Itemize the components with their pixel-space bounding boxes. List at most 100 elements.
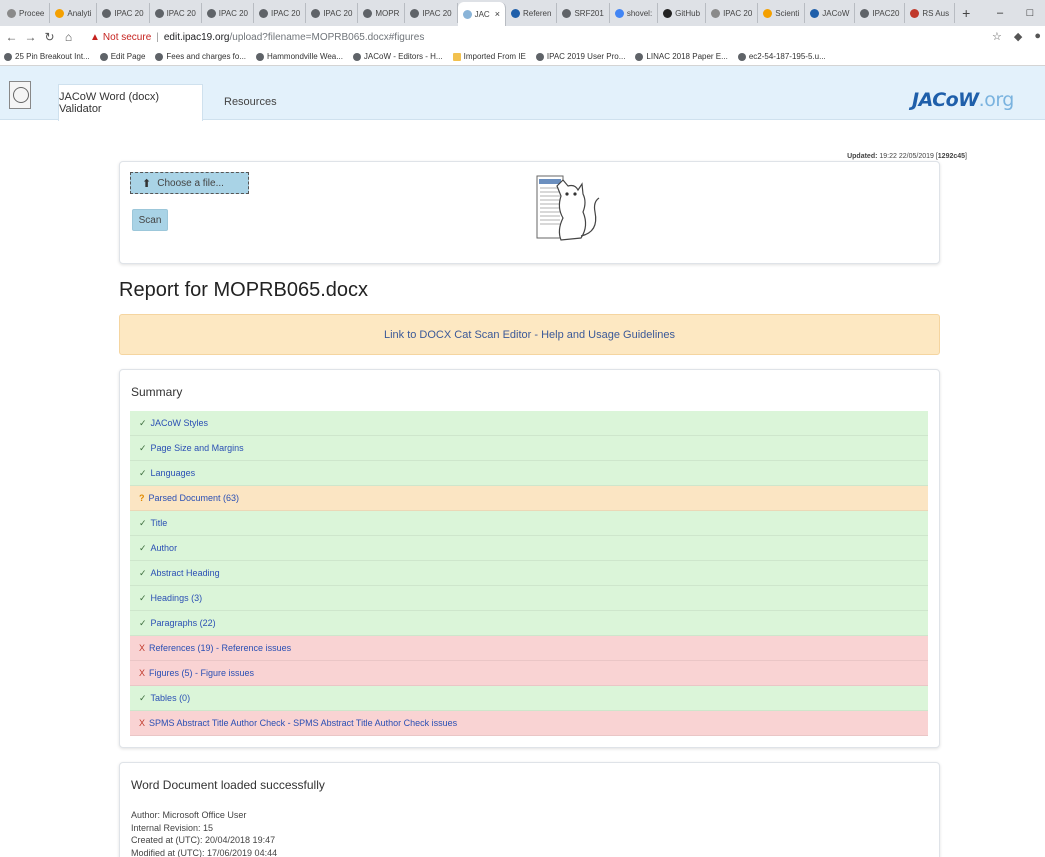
upload-icon: ⬆ xyxy=(142,177,152,190)
globe-icon xyxy=(737,52,746,61)
tab-favicon-icon xyxy=(311,8,321,18)
cat-logo-icon[interactable] xyxy=(9,81,31,109)
tab-label: IPAC 20 xyxy=(323,8,353,18)
not-secure-label[interactable]: Not secure xyxy=(103,32,151,43)
browser-tab-strip: Procee Analyti IPAC 20 IPAC 20 IPAC 20 IPAC 2… xyxy=(0,0,1045,26)
bookmark-item[interactable]: LINAC 2018 Paper E... xyxy=(635,52,728,61)
bookmark-item[interactable]: ec2-54-187-195-5.u... xyxy=(737,52,826,61)
tab-favicon-icon xyxy=(410,8,420,18)
maximize-button[interactable]: □ xyxy=(1015,7,1045,19)
cross-icon: X xyxy=(139,668,146,678)
browser-tab[interactable]: JACoW xyxy=(805,3,856,23)
browser-tab[interactable]: IPAC 20 xyxy=(254,3,307,23)
bookmark-item[interactable]: Imported From IE xyxy=(452,52,526,61)
summary-check-item[interactable]: ✓ Author xyxy=(130,536,928,561)
summary-check-item[interactable]: ✓ Abstract Heading xyxy=(130,561,928,586)
summary-check-item[interactable]: ✓ JACoW Styles xyxy=(130,411,928,436)
browser-tab[interactable]: Analyti xyxy=(50,3,98,23)
summary-check-item[interactable]: ✓ Title xyxy=(130,511,928,536)
guide-link[interactable]: Link to DOCX Cat Scan Editor - Help and … xyxy=(384,329,675,341)
tab-favicon-icon xyxy=(363,8,373,18)
summary-check-item[interactable]: ? Parsed Document (63) xyxy=(130,486,928,511)
tab-label: IPAC 20 xyxy=(114,8,144,18)
tab-label: JACoW xyxy=(822,8,850,18)
document-card-title: Word Document loaded successfully xyxy=(131,778,325,792)
bookmark-label: 25 Pin Breakout Int... xyxy=(15,52,90,61)
tab-label: IPAC20 xyxy=(872,8,900,18)
summary-check-item[interactable]: ✓ Page Size and Margins xyxy=(130,436,928,461)
summary-check-item[interactable]: ✓ Paragraphs (22) xyxy=(130,611,928,636)
updated-info: Updated: 19:22 22/05/2019 [1292c45] xyxy=(847,153,967,160)
browser-tab[interactable]: Scienti xyxy=(758,3,806,23)
browser-tab[interactable]: IPAC 20 xyxy=(706,3,759,23)
bookmark-label: Imported From IE xyxy=(463,52,526,61)
check-label: Title xyxy=(150,518,168,528)
jacow-logo-text: JACoW xyxy=(912,89,979,111)
bookmark-item[interactable]: Fees and charges fo... xyxy=(155,52,246,61)
browser-tab[interactable]: MOPR xyxy=(358,3,406,23)
bookmark-item[interactable]: Hammondville Wea... xyxy=(256,52,343,61)
nav-tab-validator[interactable]: JACoW Word (docx) Validator xyxy=(58,84,203,121)
bookmark-item[interactable]: JACoW - Editors - H... xyxy=(352,52,443,61)
home-icon[interactable]: ⌂ xyxy=(61,30,76,44)
tab-favicon-icon xyxy=(258,8,268,18)
tab-favicon-icon xyxy=(860,8,870,18)
browser-tab[interactable]: IPAC 20 xyxy=(405,3,458,23)
forward-icon[interactable]: → xyxy=(23,30,38,44)
browser-tab[interactable]: SRF201 xyxy=(557,3,610,23)
check-label: Author xyxy=(150,543,178,553)
extension-icon[interactable]: ◆ xyxy=(1014,30,1022,43)
jacow-logo[interactable]: JACoW.org xyxy=(912,89,1014,111)
star-icon[interactable]: ☆ xyxy=(992,30,1002,43)
updated-hash: 1292c45 xyxy=(937,153,966,160)
bookmark-item[interactable]: IPAC 2019 User Pro... xyxy=(535,52,625,61)
summary-check-item[interactable]: X References (19) - Reference issues xyxy=(130,636,928,661)
bookmarks-bar: 25 Pin Breakout Int... Edit Page Fees and … xyxy=(0,48,1045,66)
browser-tab[interactable]: IPAC 20 xyxy=(150,3,202,23)
close-tab-icon[interactable]: × xyxy=(495,9,500,19)
cross-icon: X xyxy=(139,718,146,728)
new-tab-button[interactable]: + xyxy=(955,5,977,21)
bookmark-label: JACoW - Editors - H... xyxy=(363,52,443,61)
globe-icon xyxy=(155,52,164,61)
summary-check-item[interactable]: ✓ Headings (3) xyxy=(130,586,928,611)
minimize-button[interactable]: – xyxy=(985,7,1015,19)
browser-tab[interactable]: shovel: xyxy=(610,3,659,23)
summary-check-item[interactable]: X Figures (5) - Figure issues xyxy=(130,661,928,686)
browser-tab[interactable]: IPAC 20 xyxy=(202,3,254,23)
summary-checklist: ✓ JACoW Styles ✓ Page Size and Margins ✓ Lang… xyxy=(130,411,928,736)
tab-favicon-icon xyxy=(562,8,572,18)
browser-tab[interactable]: Procee xyxy=(2,3,51,23)
choose-file-button[interactable]: ⬆ Choose a file... xyxy=(130,172,249,194)
bookmark-item[interactable]: Edit Page xyxy=(99,52,145,61)
document-revision: Internal Revision: 15 xyxy=(131,822,214,833)
tab-label: MOPR xyxy=(375,8,400,18)
browser-tab[interactable]: RS Aus xyxy=(905,3,956,23)
browser-tab[interactable]: GitHub xyxy=(658,3,707,23)
summary-check-item[interactable]: X SPMS Abstract Title Author Check - SPMS… xyxy=(130,711,928,736)
check-label: Abstract Heading xyxy=(150,568,220,578)
nav-tab-resources[interactable]: Resources xyxy=(224,96,277,108)
tab-label: Scienti xyxy=(775,8,800,18)
check-label: Parsed Document (63) xyxy=(148,493,240,503)
updated-label: Updated: xyxy=(847,153,878,160)
browser-tab[interactable]: IPAC 20 xyxy=(97,3,150,23)
browser-tab[interactable]: IPAC20 xyxy=(855,3,906,23)
avatar[interactable]: ● xyxy=(1034,30,1041,43)
bookmark-item[interactable]: 25 Pin Breakout Int... xyxy=(4,52,90,61)
check-label: JACoW Styles xyxy=(150,418,209,428)
reload-icon[interactable]: ↻ xyxy=(42,30,57,44)
browser-tab[interactable]: Referen xyxy=(506,3,558,23)
address-bar[interactable]: edit.ipac19.org/upload?filename=MOPRB065… xyxy=(164,32,424,43)
summary-check-item[interactable]: ✓ Tables (0) xyxy=(130,686,928,711)
tab-favicon-icon xyxy=(763,8,773,18)
globe-icon xyxy=(4,52,12,61)
back-icon[interactable]: ← xyxy=(4,30,19,44)
summary-check-item[interactable]: ✓ Languages xyxy=(130,461,928,486)
check-label: Tables (0) xyxy=(150,693,191,703)
browser-tab[interactable]: IPAC 20 xyxy=(306,3,359,23)
scan-button[interactable]: Scan xyxy=(132,209,168,231)
bookmark-label: ec2-54-187-195-5.u... xyxy=(748,52,826,61)
choose-file-label: Choose a file... xyxy=(157,177,224,189)
browser-tab[interactable]: JAC × xyxy=(457,2,506,26)
